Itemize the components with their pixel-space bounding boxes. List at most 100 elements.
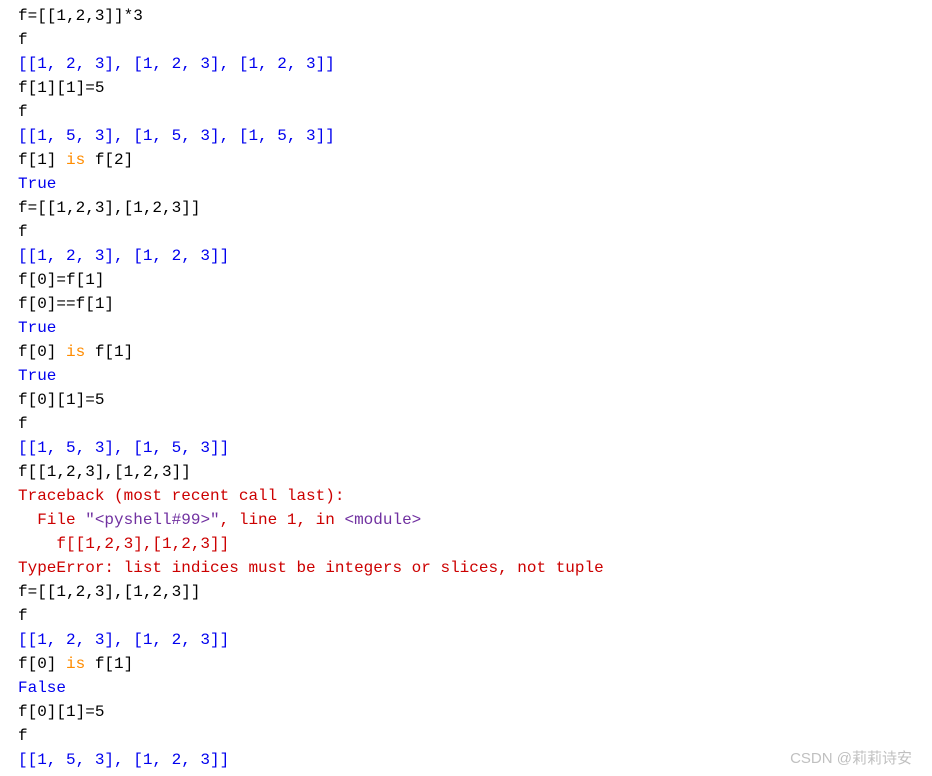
code-span: False bbox=[18, 679, 66, 697]
output-line: [[1, 5, 3], [1, 5, 3]] bbox=[18, 436, 932, 460]
code-line: f bbox=[0, 412, 932, 436]
code-line: f[0][1]=5 bbox=[0, 700, 932, 724]
code-line: [[1, 2, 3], [1, 2, 3]] bbox=[0, 244, 932, 268]
output-line: [[1, 2, 3], [1, 2, 3]] bbox=[18, 244, 932, 268]
code-line: f[0]=f[1] bbox=[0, 268, 932, 292]
input-line: f[0]==f[1] bbox=[18, 292, 932, 316]
input-line: f[0]=f[1] bbox=[18, 268, 932, 292]
code-span: File bbox=[18, 511, 85, 529]
code-line: f[[1,2,3],[1,2,3]] bbox=[0, 532, 932, 556]
code-span: <module> bbox=[344, 511, 421, 529]
code-span: f[1][1]=5 bbox=[18, 79, 104, 97]
output-line: False bbox=[18, 676, 932, 700]
python-shell-output: f=[[1,2,3]]*3 f [[1, 2, 3], [1, 2, 3], [1,… bbox=[0, 4, 932, 772]
code-line: f=[[1,2,3],[1,2,3]] bbox=[0, 580, 932, 604]
code-span: f bbox=[18, 103, 28, 121]
code-line: [[1, 5, 3], [1, 5, 3], [1, 5, 3]] bbox=[0, 124, 932, 148]
watermark: CSDN @莉莉诗安 bbox=[790, 748, 912, 771]
code-line: f[0] is f[1] bbox=[0, 340, 932, 364]
input-line: f bbox=[18, 100, 932, 124]
input-line: f[[1,2,3],[1,2,3]] bbox=[18, 460, 932, 484]
code-line: f bbox=[0, 724, 932, 748]
code-line: [[1, 2, 3], [1, 2, 3]] bbox=[0, 628, 932, 652]
input-line: f=[[1,2,3]]*3 bbox=[18, 4, 932, 28]
code-span: f[[1,2,3],[1,2,3]] bbox=[18, 463, 191, 481]
code-span: [[1, 5, 3], [1, 5, 3]] bbox=[18, 439, 229, 457]
code-span: f bbox=[18, 727, 28, 745]
input-line: f=[[1,2,3],[1,2,3]] bbox=[18, 196, 932, 220]
code-span: Traceback (most recent call last): bbox=[18, 487, 344, 505]
code-span: f bbox=[18, 415, 28, 433]
code-line: f bbox=[0, 220, 932, 244]
output-line: Traceback (most recent call last): bbox=[18, 484, 932, 508]
code-line: True bbox=[0, 364, 932, 388]
input-line: f[0] is f[1] bbox=[18, 340, 932, 364]
code-line: TypeError: list indices must be integers… bbox=[0, 556, 932, 580]
input-line: f[0][1]=5 bbox=[18, 700, 932, 724]
code-span: f[0] bbox=[18, 343, 66, 361]
code-span: f[0]==f[1] bbox=[18, 295, 114, 313]
code-line: f[[1,2,3],[1,2,3]] bbox=[0, 460, 932, 484]
code-span: is bbox=[66, 655, 85, 673]
input-line: f bbox=[18, 28, 932, 52]
code-span: is bbox=[66, 343, 85, 361]
code-span: f=[[1,2,3]]*3 bbox=[18, 7, 143, 25]
code-span: True bbox=[18, 319, 56, 337]
input-line: f[1] is f[2] bbox=[18, 148, 932, 172]
input-line: f bbox=[18, 220, 932, 244]
code-line: [[1, 2, 3], [1, 2, 3], [1, 2, 3]] bbox=[0, 52, 932, 76]
input-line: f bbox=[18, 412, 932, 436]
code-line: f[0][1]=5 bbox=[0, 388, 932, 412]
code-line: False bbox=[0, 676, 932, 700]
code-span: True bbox=[18, 367, 56, 385]
code-span: f bbox=[18, 31, 28, 49]
code-span: f bbox=[18, 607, 28, 625]
code-line: f bbox=[0, 28, 932, 52]
code-span: f[1] bbox=[18, 151, 66, 169]
code-line: f bbox=[0, 100, 932, 124]
output-line: File "<pyshell#99>", line 1, in <module> bbox=[18, 508, 932, 532]
code-span: is bbox=[66, 151, 85, 169]
code-span: [[1, 5, 3], [1, 5, 3], [1, 5, 3]] bbox=[18, 127, 335, 145]
code-span: , line 1, in bbox=[220, 511, 345, 529]
code-span: "<pyshell#99>" bbox=[85, 511, 219, 529]
code-span: f[0] bbox=[18, 655, 66, 673]
code-span: f[0][1]=5 bbox=[18, 391, 104, 409]
output-line: [[1, 5, 3], [1, 5, 3], [1, 5, 3]] bbox=[18, 124, 932, 148]
code-span: f[0][1]=5 bbox=[18, 703, 104, 721]
code-line: f[1][1]=5 bbox=[0, 76, 932, 100]
code-span: f=[[1,2,3],[1,2,3]] bbox=[18, 199, 200, 217]
input-line: f[0][1]=5 bbox=[18, 388, 932, 412]
code-line: f[0]==f[1] bbox=[0, 292, 932, 316]
code-line: File "<pyshell#99>", line 1, in <module> bbox=[0, 508, 932, 532]
code-span: True bbox=[18, 175, 56, 193]
code-span: f[1] bbox=[85, 343, 133, 361]
code-line: f=[[1,2,3]]*3 bbox=[0, 4, 932, 28]
input-line: f[1][1]=5 bbox=[18, 76, 932, 100]
input-line: f[0] is f[1] bbox=[18, 652, 932, 676]
input-line: f=[[1,2,3],[1,2,3]] bbox=[18, 580, 932, 604]
code-span: f[0]=f[1] bbox=[18, 271, 104, 289]
code-span: [[1, 2, 3], [1, 2, 3], [1, 2, 3]] bbox=[18, 55, 335, 73]
code-line: f[1] is f[2] bbox=[0, 148, 932, 172]
input-line: f bbox=[18, 724, 932, 748]
output-line: True bbox=[18, 316, 932, 340]
code-line: [[1, 5, 3], [1, 5, 3]] bbox=[0, 436, 932, 460]
code-span: [[1, 2, 3], [1, 2, 3]] bbox=[18, 631, 229, 649]
output-line: TypeError: list indices must be integers… bbox=[18, 556, 932, 580]
code-line: f[0] is f[1] bbox=[0, 652, 932, 676]
code-line: f=[[1,2,3],[1,2,3]] bbox=[0, 196, 932, 220]
output-line: f[[1,2,3],[1,2,3]] bbox=[18, 532, 932, 556]
code-line: f bbox=[0, 604, 932, 628]
code-span: f[[1,2,3],[1,2,3]] bbox=[18, 535, 229, 553]
code-span: : list indices must be integers or slice… bbox=[104, 559, 603, 577]
code-span: f[2] bbox=[85, 151, 133, 169]
output-line: [[1, 2, 3], [1, 2, 3]] bbox=[18, 628, 932, 652]
output-line: True bbox=[18, 172, 932, 196]
code-span: TypeError bbox=[18, 559, 104, 577]
code-span: [[1, 2, 3], [1, 2, 3]] bbox=[18, 247, 229, 265]
code-span: [[1, 5, 3], [1, 2, 3]] bbox=[18, 751, 229, 769]
code-line: True bbox=[0, 316, 932, 340]
code-line: True bbox=[0, 172, 932, 196]
output-line: True bbox=[18, 364, 932, 388]
